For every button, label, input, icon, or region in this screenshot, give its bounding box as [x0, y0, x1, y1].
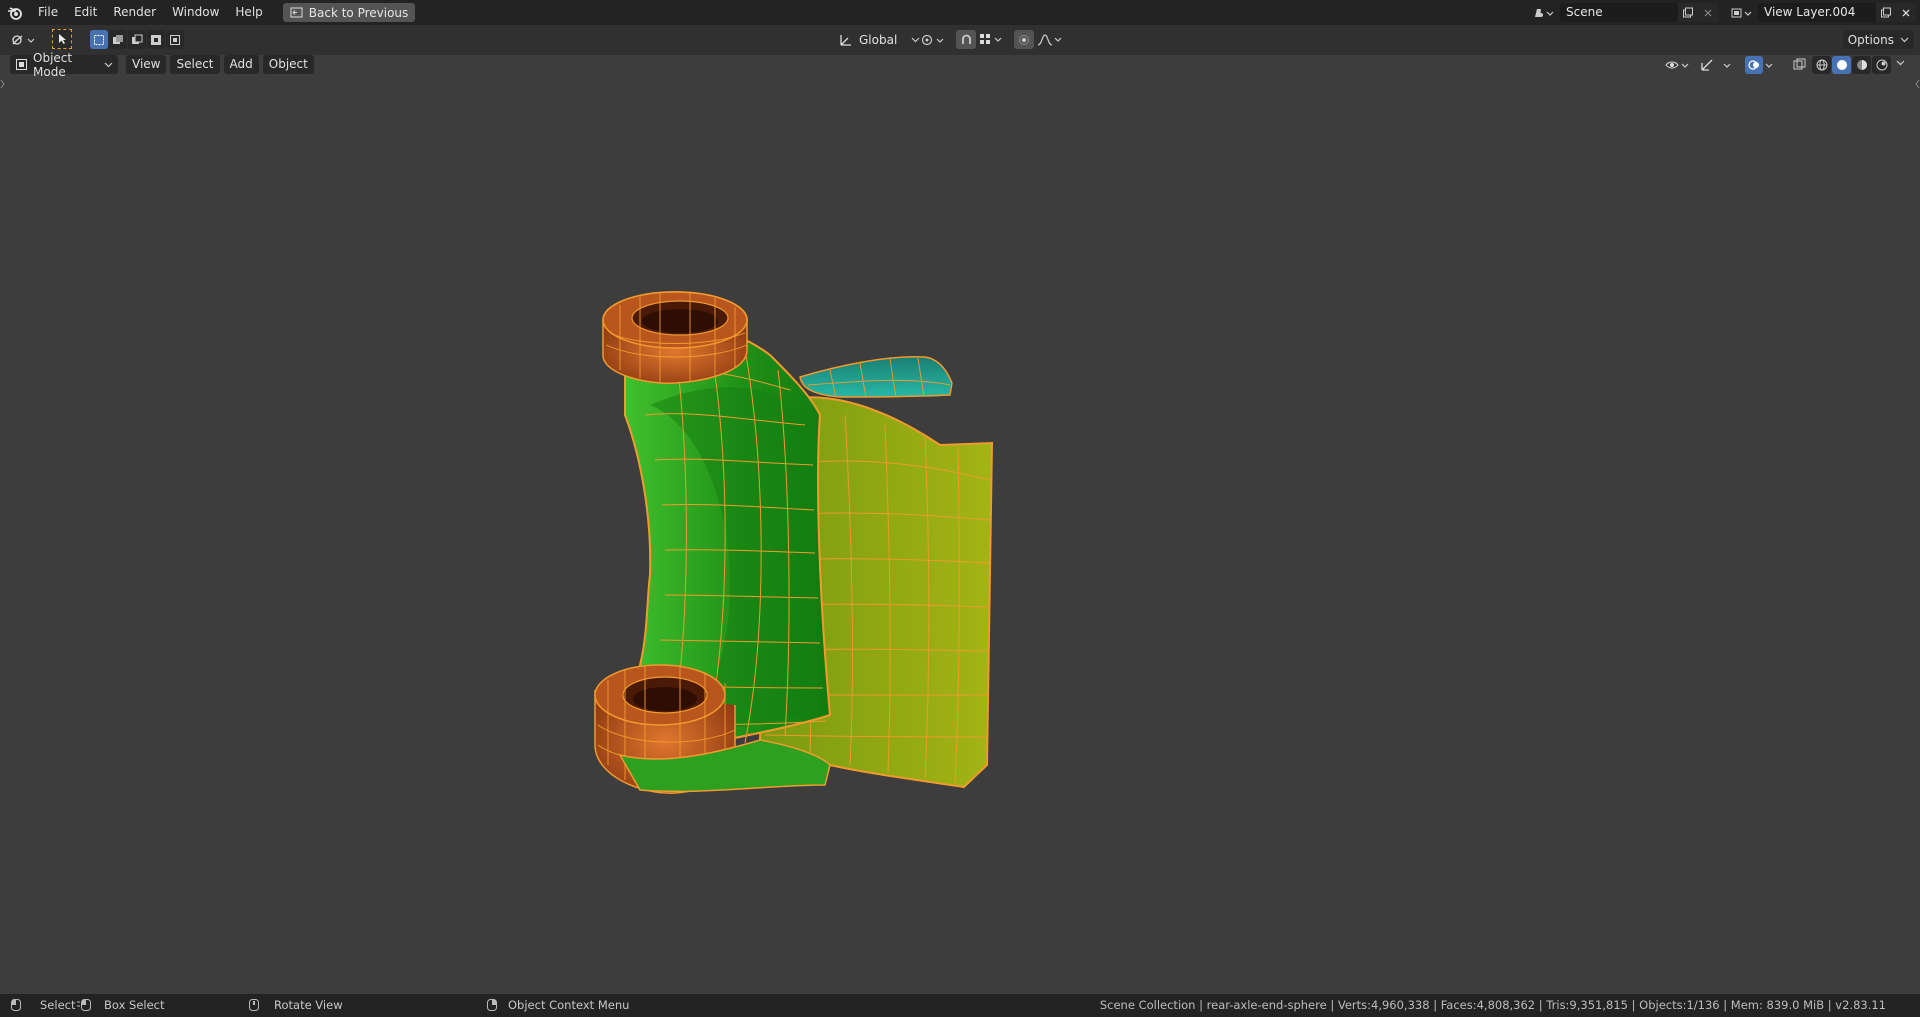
select-intersect-icon[interactable] — [166, 30, 184, 49]
falloff-curve-icon[interactable] — [1035, 30, 1065, 49]
view-layer-browse-icon[interactable] — [1726, 3, 1756, 22]
chevron-down-icon — [104, 62, 113, 68]
overlays-toggle-icon[interactable] — [1745, 55, 1781, 74]
tool-header: Global Options — [0, 25, 1920, 55]
proportional-edit-group — [1014, 30, 1065, 49]
status-rotate-view: Rotate View — [248, 998, 343, 1012]
delete-scene-icon[interactable] — [1698, 3, 1718, 22]
blender-logo-icon[interactable] — [0, 0, 30, 25]
selection-mode-group — [90, 30, 184, 49]
new-scene-icon[interactable] — [1678, 3, 1698, 22]
chevron-down-icon — [911, 37, 920, 43]
gizmo-toggle-icon[interactable] — [1700, 55, 1736, 74]
viewport-header: Object Mode View Select Add Object — [0, 51, 1920, 79]
menu-help[interactable]: Help — [227, 0, 270, 25]
sidebar-right-toggle-icon[interactable] — [1914, 79, 1920, 89]
menu-edit[interactable]: Edit — [66, 0, 105, 25]
shading-options-chevron-icon[interactable] — [1896, 60, 1905, 66]
pivot-point-icon[interactable] — [920, 30, 950, 49]
status-select-label: Select — [40, 998, 76, 1012]
proportional-edit-icon[interactable] — [1014, 30, 1034, 49]
menu-file[interactable]: File — [30, 0, 66, 25]
sidebar-left-toggle-icon[interactable] — [0, 79, 6, 89]
orientation-label: Global — [859, 32, 898, 47]
menu-object[interactable]: Object — [262, 55, 314, 74]
scene-name-field[interactable]: Scene — [1560, 3, 1678, 22]
select-extend-icon[interactable] — [109, 30, 127, 49]
rendered-shading-icon[interactable] — [1872, 56, 1891, 74]
mode-dropdown[interactable]: Object Mode — [10, 51, 118, 79]
menu-select[interactable]: Select — [170, 55, 220, 74]
xray-toggle-icon[interactable] — [1790, 55, 1808, 74]
transform-orientation-icon — [839, 33, 853, 47]
editor-type-icon[interactable] — [10, 30, 40, 49]
scene-browse-icon[interactable] — [1528, 3, 1558, 22]
mouse-middle-icon — [248, 998, 260, 1012]
mouse-left-icon — [10, 998, 22, 1012]
back-icon — [290, 7, 303, 18]
status-box-select-label: Box Select — [104, 998, 165, 1012]
material-shading-icon[interactable] — [1852, 56, 1871, 74]
status-select: Select — [10, 998, 75, 1012]
back-to-previous-label: Back to Previous — [308, 5, 409, 20]
status-context-menu: Object Context Menu — [486, 998, 629, 1012]
scene-selector-area: Scene View Layer.004 — [1528, 0, 1920, 25]
menu-view[interactable]: View — [126, 55, 167, 74]
status-box-select: Box Select — [76, 998, 165, 1012]
new-view-layer-icon[interactable] — [1876, 3, 1896, 22]
rear-axle-end-mesh[interactable] — [580, 285, 1020, 825]
status-context-menu-label: Object Context Menu — [508, 998, 630, 1012]
status-bar: Select Box Select Rotate View Object Con… — [0, 994, 1920, 1017]
menu-add[interactable]: Add — [223, 55, 259, 74]
options-label: Options — [1847, 32, 1894, 47]
mouse-drag-icon — [76, 998, 94, 1012]
visibility-dropdown-icon[interactable] — [1664, 55, 1692, 74]
mode-label: Object Mode — [33, 50, 73, 79]
snap-toggle-icon[interactable] — [956, 30, 976, 49]
top-bearing-ring — [602, 291, 748, 384]
snapping-group — [956, 30, 1007, 49]
options-dropdown[interactable]: Options — [1842, 30, 1914, 49]
select-tool-icon[interactable] — [52, 29, 72, 49]
select-subtract-icon[interactable] — [128, 30, 146, 49]
viewport-menus: View Select Add Object — [126, 55, 314, 74]
object-mode-icon — [15, 58, 28, 71]
snap-target-icon[interactable] — [977, 30, 1007, 49]
chevron-down-icon — [1900, 37, 1909, 43]
orientation-dropdown[interactable]: Global — [835, 30, 924, 49]
delete-view-layer-icon[interactable] — [1896, 3, 1916, 22]
top-bar: File Edit Render Window Help Back to Pre… — [0, 0, 1920, 25]
select-new-icon[interactable] — [90, 30, 108, 49]
scene-statistics: Scene Collection | rear-axle-end-sphere … — [1099, 998, 1886, 1012]
wireframe-shading-icon[interactable] — [1812, 56, 1831, 74]
solid-shading-icon[interactable] — [1832, 56, 1851, 74]
select-invert-icon[interactable] — [147, 30, 165, 49]
3d-viewport[interactable] — [0, 55, 1920, 994]
view-layer-name-field[interactable]: View Layer.004 — [1758, 3, 1876, 22]
menu-render[interactable]: Render — [105, 0, 164, 25]
status-rotate-view-label: Rotate View — [274, 998, 343, 1012]
menu-window[interactable]: Window — [164, 0, 227, 25]
back-to-previous-button[interactable]: Back to Previous — [282, 3, 416, 22]
mouse-right-icon — [486, 998, 498, 1012]
shading-mode-group — [1812, 56, 1891, 74]
